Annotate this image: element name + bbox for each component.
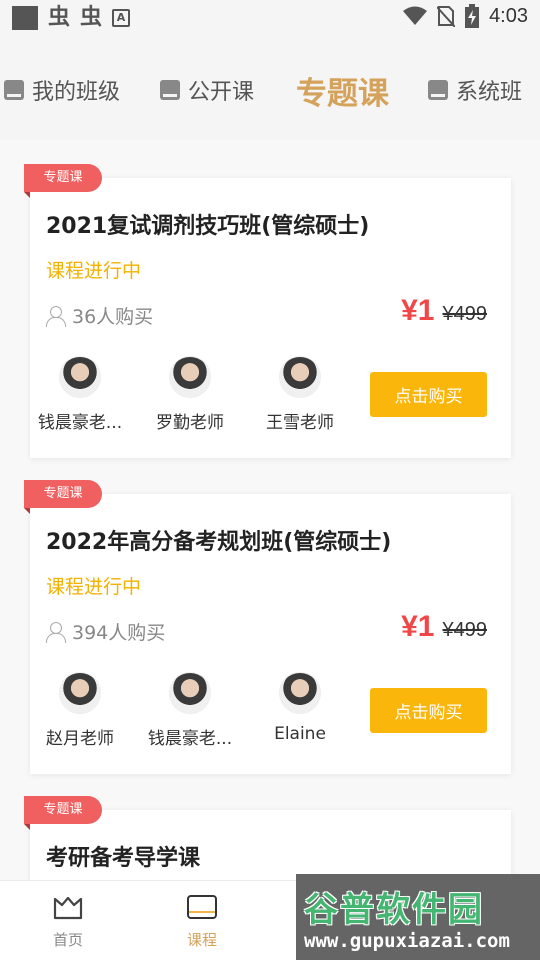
- buyer-count: 36人购买: [46, 302, 153, 329]
- course-tag: 专题课: [24, 164, 102, 198]
- original-price: ¥499: [442, 303, 488, 325]
- buyer-count-text: 36人购买: [72, 306, 154, 328]
- course-status: 课程进行中: [46, 260, 142, 282]
- nav-label: 课程: [186, 931, 217, 949]
- status-right-icons: 4:03: [403, 4, 528, 28]
- teacher-name: 钱晨豪老...: [37, 413, 123, 433]
- wifi-icon: [403, 6, 428, 25]
- tab-label: 专题课: [296, 68, 389, 113]
- person-icon: [46, 621, 66, 643]
- tab-topic-course[interactable]: 专题课: [296, 68, 389, 113]
- teacher[interactable]: 罗勤老师: [140, 356, 240, 433]
- tv-icon: [187, 895, 217, 919]
- course-title: 2022年高分备考规划班(管综硕士): [46, 530, 392, 555]
- tab-label: 我的班级: [32, 80, 121, 105]
- current-price: ¥1: [401, 610, 435, 643]
- course-title: 考研备考导学课: [46, 846, 201, 871]
- teacher-name: 罗勤老师: [156, 413, 224, 433]
- course-type-tabs: 我的班级 公开课 专题课 系统班: [0, 36, 540, 140]
- course-title: 2021复试调剂技巧班(管综硕士): [46, 214, 370, 239]
- teacher-name: 赵月老师: [46, 729, 114, 749]
- nav-label: 首页: [52, 931, 83, 949]
- original-price: ¥499: [442, 619, 488, 641]
- status-bar: 虫 虫 A 4:03: [0, 0, 540, 36]
- course-card[interactable]: 专题课 2021复试调剂技巧班(管综硕士) 课程进行中 36人购买 ¥1 ¥49…: [24, 164, 511, 458]
- course-list[interactable]: 专题课 2021复试调剂技巧班(管综硕士) 课程进行中 36人购买 ¥1 ¥49…: [0, 140, 540, 880]
- battery-charging-icon: [465, 4, 480, 28]
- tab-label: 公开课: [188, 80, 255, 105]
- book-icon: [4, 80, 24, 100]
- avatar: [59, 672, 101, 714]
- teacher-name: 王雪老师: [266, 413, 334, 433]
- app-square-icon: [12, 6, 38, 30]
- teacher-name: Elaine: [274, 724, 326, 744]
- avatar: [169, 672, 211, 714]
- watermark-url: www.gupuxiazai.com: [304, 930, 510, 952]
- teacher[interactable]: 钱晨豪老...: [30, 356, 130, 433]
- no-sim-icon: [437, 6, 456, 27]
- current-price: ¥1: [401, 294, 435, 327]
- course-card[interactable]: 专题课 2022年高分备考规划班(管综硕士) 课程进行中 394人购买 ¥1 ¥…: [24, 480, 511, 774]
- buy-button[interactable]: 点击购买: [370, 372, 487, 417]
- price-block: ¥1 ¥499: [401, 610, 487, 644]
- tab-open-course[interactable]: 公开课: [160, 74, 254, 106]
- watermark-logo: 谷普软件园 www.gupuxiazai.com: [296, 874, 540, 960]
- teacher-name: 钱晨豪老...: [147, 729, 233, 749]
- course-tag: 专题课: [24, 480, 102, 514]
- avatar: [169, 356, 211, 398]
- nav-home[interactable]: 首页: [28, 895, 108, 950]
- teacher[interactable]: Elaine: [250, 672, 350, 744]
- avatar: [279, 672, 321, 714]
- course-card[interactable]: 专题课 考研备考导学课: [24, 796, 511, 880]
- course-tag: 专题课: [24, 796, 102, 830]
- teacher[interactable]: 赵月老师: [30, 672, 130, 749]
- status-left-icons: 虫 虫 A: [12, 5, 131, 30]
- buyer-count-text: 394人购买: [72, 622, 166, 644]
- nav-courses[interactable]: 课程: [162, 895, 242, 950]
- bug-icon: 虫: [48, 5, 71, 30]
- tab-my-class[interactable]: 我的班级: [4, 74, 120, 106]
- course-status: 课程进行中: [46, 576, 142, 598]
- tab-label: 系统班: [456, 80, 523, 105]
- buy-button[interactable]: 点击购买: [370, 688, 487, 733]
- a-notification-icon: A: [112, 9, 131, 27]
- tab-system-class[interactable]: 系统班: [428, 74, 522, 106]
- book-icon: [160, 80, 180, 100]
- avatar: [279, 356, 321, 398]
- avatar: [59, 356, 101, 398]
- home-crown-icon: [53, 896, 83, 920]
- person-icon: [46, 305, 66, 327]
- teacher[interactable]: 王雪老师: [250, 356, 350, 433]
- clock: 4:03: [489, 4, 528, 27]
- book-icon: [428, 80, 448, 100]
- watermark-title: 谷普软件园: [304, 890, 484, 930]
- bug-icon: 虫: [80, 5, 103, 30]
- buyer-count: 394人购买: [46, 618, 165, 645]
- price-block: ¥1 ¥499: [401, 294, 487, 328]
- teacher[interactable]: 钱晨豪老...: [140, 672, 240, 749]
